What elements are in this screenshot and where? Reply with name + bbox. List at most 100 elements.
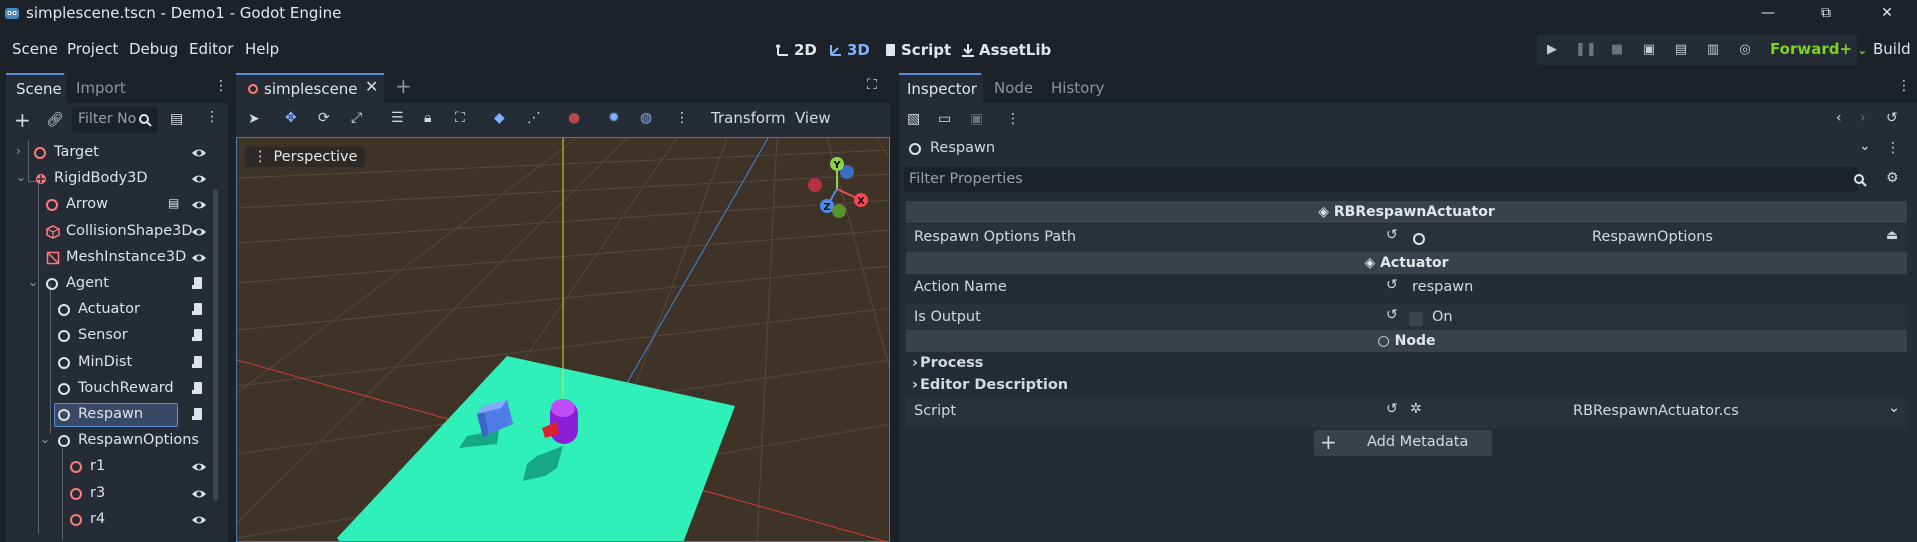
tree-item-r4[interactable]: r4 [6, 507, 218, 533]
gizmo-neg-x[interactable] [808, 178, 822, 192]
dock-menu-icon[interactable]: ⋮ [214, 78, 228, 94]
select-mode-button[interactable]: ➤ [248, 111, 260, 127]
play-scene-button[interactable]: ▤ [1671, 40, 1691, 60]
eye-icon[interactable] [191, 145, 207, 161]
scale-mode-button[interactable]: ⤢ [351, 110, 362, 126]
new-resource-button[interactable]: ▧ [907, 111, 920, 127]
object-history-button[interactable]: ↺ [1886, 110, 1898, 126]
build-button[interactable]: Build [1873, 40, 1911, 58]
chevron-down-icon[interactable]: ⌄ [1888, 400, 1900, 416]
instance-scene-button[interactable]: 🔗︎ [46, 112, 64, 128]
tree-item-actuator[interactable]: Actuator [6, 297, 218, 323]
tree-item-arrow[interactable]: Arrow ▤ [6, 192, 218, 218]
tree-item-respawn[interactable]: Respawn [6, 402, 218, 428]
eye-icon[interactable] [191, 459, 207, 475]
tree-item-collisionshape3d[interactable]: CollisionShape3D [6, 219, 218, 245]
tree-item-respawnoptions[interactable]: ⌄ RespawnOptions [6, 428, 218, 454]
workspace-3d-button[interactable]: 3D [829, 41, 870, 59]
menu-debug[interactable]: Debug [129, 40, 178, 58]
group-editor-description[interactable]: › Editor Description [906, 376, 1907, 398]
view-menu[interactable]: View [795, 109, 831, 127]
lock-button[interactable]: 🔒︎ [424, 110, 431, 126]
node-filter-input[interactable]: Filter No [72, 107, 158, 133]
clapper-icon[interactable]: ▤ [168, 196, 179, 210]
inspector-dock-menu-icon[interactable]: ⋮ [1897, 78, 1911, 94]
property-filter-input[interactable]: Filter Properties [904, 167, 1867, 192]
rotate-mode-button[interactable]: ⟳ [318, 110, 330, 126]
close-tab-button[interactable]: ✕ [365, 77, 378, 96]
maximize-button[interactable]: ⧉ [1803, 0, 1849, 25]
new-scene-tab-button[interactable]: + [395, 74, 412, 98]
chevron-down-icon[interactable]: ⌄ [28, 275, 38, 289]
script-icon[interactable] [192, 355, 206, 371]
load-resource-button[interactable]: ▭ [938, 111, 951, 127]
script-icon[interactable] [192, 276, 206, 292]
3d-viewport[interactable]: ⋮ Perspective Y X Z [236, 137, 890, 542]
eye-icon[interactable] [191, 512, 207, 528]
snap-button[interactable]: ⋰ [527, 110, 541, 126]
action-name-value[interactable]: respawn [1412, 279, 1473, 295]
tree-item-meshinstance3d[interactable]: MeshInstance3D [6, 245, 218, 271]
close-window-button[interactable]: ✕ [1864, 0, 1910, 25]
eye-icon[interactable] [191, 250, 207, 266]
history-forward-button[interactable]: › [1860, 110, 1866, 126]
remote-debug-button[interactable]: ▣ [1639, 40, 1659, 60]
attach-script-button[interactable]: ▤ [170, 111, 183, 127]
workspace-2d-button[interactable]: 2D [776, 41, 817, 59]
revert-icon[interactable]: ↺ [1386, 307, 1398, 323]
script-icon[interactable] [192, 302, 206, 318]
minimize-button[interactable]: — [1745, 0, 1791, 25]
tree-item-r3[interactable]: r3 [6, 481, 218, 507]
revert-icon[interactable]: ↺ [1386, 277, 1398, 293]
distraction-free-button[interactable]: ⛶ [867, 77, 877, 93]
script-icon[interactable] [192, 328, 206, 344]
renderer-select[interactable]: Forward+ ⌄ [1770, 40, 1867, 58]
eye-icon[interactable] [191, 171, 207, 187]
menu-editor[interactable]: Editor [189, 40, 233, 58]
revert-icon[interactable]: ↺ [1386, 401, 1398, 417]
tab-simplescene[interactable]: simplescene [236, 73, 384, 103]
stop-button[interactable]: ■ [1607, 40, 1627, 60]
list-select-button[interactable]: ☰ [391, 110, 404, 126]
chevron-right-icon[interactable]: › [16, 144, 21, 158]
script-value[interactable]: RBRespawnActuator.cs [1573, 403, 1739, 419]
script-icon[interactable] [192, 407, 206, 423]
respawn-options-path-value[interactable]: RespawnOptions [1592, 229, 1713, 245]
tree-item-sensor[interactable]: Sensor [6, 323, 218, 349]
camera-preview-button[interactable]: ● [568, 110, 580, 126]
view-gizmo[interactable]: Y X Z [803, 156, 883, 226]
tree-item-target[interactable]: › Target [6, 140, 218, 166]
viewport-options-button[interactable]: ⋮ [675, 110, 689, 126]
revert-icon[interactable]: ↺ [1386, 227, 1398, 243]
tab-node[interactable]: Node [984, 73, 1043, 103]
tab-history[interactable]: History [1041, 73, 1114, 103]
inspector-options-button[interactable]: ⋮ [1886, 140, 1900, 156]
workspace-script-button[interactable]: Script [884, 41, 951, 59]
tree-item-r1[interactable]: r1 [6, 454, 218, 480]
menu-project[interactable]: Project [67, 40, 118, 58]
environment-preview-button[interactable]: ◍ [640, 110, 652, 126]
eye-icon[interactable] [191, 486, 207, 502]
extra-options-button[interactable]: ⋮ [1006, 111, 1020, 127]
eye-icon[interactable] [191, 224, 207, 240]
script-icon[interactable] [192, 381, 206, 397]
history-back-button[interactable]: ‹ [1836, 110, 1842, 126]
tree-item-mindist[interactable]: MinDist [6, 350, 218, 376]
add-metadata-button[interactable]: + Add Metadata [1314, 430, 1492, 456]
tree-item-agent[interactable]: ⌄ Agent [6, 271, 218, 297]
sun-preview-button[interactable]: ✹ [608, 110, 620, 126]
move-mode-button[interactable]: ✥ [285, 110, 297, 126]
workspace-assetlib-button[interactable]: AssetLib [961, 41, 1051, 59]
local-space-button[interactable]: ◆ [494, 110, 505, 126]
object-selector[interactable]: Respawn ⌄ [904, 138, 1873, 162]
tab-inspector[interactable]: Inspector [899, 73, 981, 103]
scene-tree-menu-button[interactable]: ⋮ [205, 109, 219, 125]
tab-import[interactable]: Import [66, 73, 228, 103]
group-button[interactable]: ⛶ [455, 110, 465, 126]
eye-icon[interactable] [191, 197, 207, 213]
transform-menu[interactable]: Transform [711, 109, 786, 127]
gizmo-neg-y[interactable] [832, 204, 846, 218]
tab-scene[interactable]: Scene [6, 73, 64, 103]
perspective-menu[interactable]: ⋮ Perspective [245, 147, 366, 167]
menu-help[interactable]: Help [245, 40, 279, 58]
